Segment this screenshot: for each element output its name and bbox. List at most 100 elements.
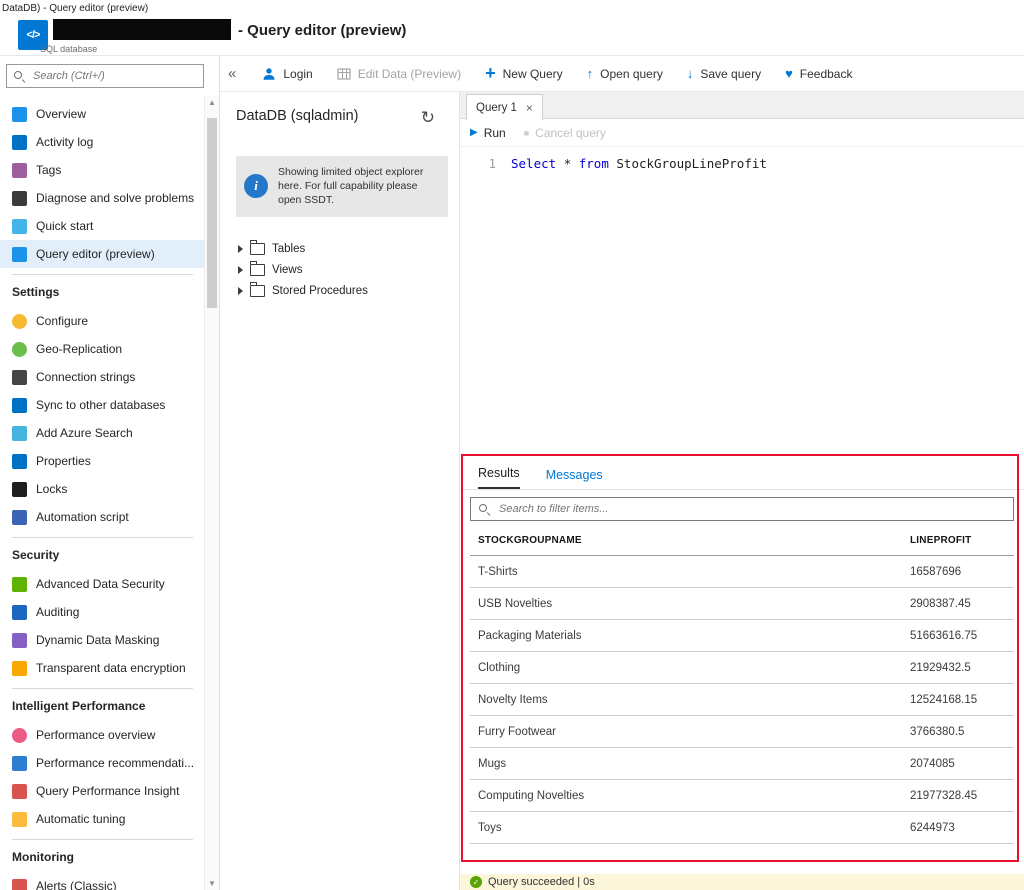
download-arrow-icon: ↓	[686, 66, 694, 81]
collapse-sidebar-icon[interactable]: «	[228, 65, 236, 82]
sidebar-item-performance-overview[interactable]: Performance overview	[0, 721, 205, 749]
tab-results[interactable]: Results	[478, 466, 520, 489]
sidebar-item-advanced-data-security[interactable]: Advanced Data Security	[0, 570, 205, 598]
folder-icon	[249, 281, 265, 297]
run-button[interactable]: ▶ Run	[470, 126, 506, 140]
table-row[interactable]: Mugs 2074085	[470, 748, 1014, 780]
cell-stockgroupname: Packaging Materials	[478, 629, 582, 642]
performance-overview-icon	[12, 727, 27, 743]
table-row[interactable]: Clothing 21929432.5	[470, 652, 1014, 684]
sidebar-item-overview[interactable]: Overview	[0, 100, 205, 128]
window-title: DataDB) - Query editor (preview)	[2, 2, 149, 14]
sidebar-item-activity-log[interactable]: Activity log	[0, 128, 205, 156]
person-icon	[263, 67, 275, 80]
chevron-right-icon[interactable]	[238, 244, 243, 253]
query-tab[interactable]: Query 1 ×	[466, 94, 543, 120]
scroll-up-icon[interactable]: ▲	[208, 98, 216, 107]
search-input[interactable]	[31, 69, 196, 83]
table-row[interactable]: Furry Footwear 3766380.5	[470, 716, 1014, 748]
open-query-button[interactable]: ↑ Open query	[587, 67, 663, 81]
tree-item-stored-procedures[interactable]: Stored Procedures	[238, 280, 368, 301]
sidebar-item-automation-script[interactable]: Automation script	[0, 503, 205, 531]
login-button[interactable]: Login	[262, 66, 313, 81]
sidebar-item-label: Advanced Data Security	[36, 577, 165, 591]
sidebar-section-intelligent-performance: Intelligent Performance	[12, 688, 193, 721]
status-bar: ✓ Query succeeded | 0s	[460, 874, 1024, 890]
sidebar-item-label: Activity log	[36, 135, 94, 149]
configure-icon	[12, 313, 27, 329]
sql-code-editor[interactable]: 1 Select * from StockGroupLineProfit	[460, 147, 1024, 457]
sidebar-item-properties[interactable]: Properties	[0, 447, 205, 475]
folder-icon	[249, 260, 265, 276]
chevron-right-icon[interactable]	[238, 286, 243, 295]
refresh-icon[interactable]: ↻	[421, 108, 435, 128]
cell-lineprofit: 2074085	[910, 757, 955, 770]
sidebar-item-label: Diagnose and solve problems	[36, 191, 195, 205]
sidebar-item-quick-start[interactable]: Quick start	[0, 212, 205, 240]
info-text: Showing limited object explorer here. Fo…	[278, 166, 424, 207]
scrollbar-thumb[interactable]	[207, 118, 217, 308]
sidebar-item-diagnose[interactable]: Diagnose and solve problems	[0, 184, 205, 212]
table-row[interactable]: Toys 6244973	[470, 812, 1014, 844]
sidebar-item-geo-replication[interactable]: Geo-Replication	[0, 335, 205, 363]
tag-icon	[12, 162, 27, 178]
results-table: STOCKGROUPNAME LINEPROFIT T-Shirts 165876…	[470, 525, 1014, 844]
cell-lineprofit: 12524168.15	[910, 693, 978, 706]
sidebar-item-label: Alerts (Classic)	[36, 879, 117, 890]
sidebar-item-performance-recommendations[interactable]: Performance recommendati...	[0, 749, 205, 777]
sidebar-item-dynamic-data-masking[interactable]: Dynamic Data Masking	[0, 626, 205, 654]
sql-keyword: Select	[511, 156, 557, 171]
shield-icon	[12, 576, 27, 592]
sidebar-search[interactable]	[6, 64, 204, 88]
column-header-stockgroupname[interactable]: STOCKGROUPNAME	[470, 535, 910, 546]
command-bar: « Login Edit Data (Preview) + New Query …	[220, 56, 1024, 92]
results-filter[interactable]	[470, 497, 1014, 521]
cell-stockgroupname: Mugs	[478, 757, 507, 770]
table-row[interactable]: Computing Novelties 21977328.45	[470, 780, 1014, 812]
column-header-lineprofit[interactable]: LINEPROFIT	[910, 535, 1014, 546]
sidebar-item-add-azure-search[interactable]: Add Azure Search	[0, 419, 205, 447]
sidebar-item-auditing[interactable]: Auditing	[0, 598, 205, 626]
sidebar-item-transparent-data-encryption[interactable]: Transparent data encryption	[0, 654, 205, 682]
heart-icon: ♥	[785, 66, 793, 81]
table-row[interactable]: Packaging Materials 51663616.75	[470, 620, 1014, 652]
sidebar-item-query-performance-insight[interactable]: Query Performance Insight	[0, 777, 205, 805]
tree-item-tables[interactable]: Tables	[238, 238, 368, 259]
close-tab-icon[interactable]: ×	[526, 101, 533, 115]
new-query-button[interactable]: + New Query	[485, 64, 563, 82]
tab-messages[interactable]: Messages	[546, 468, 603, 489]
sidebar-item-connection-strings[interactable]: Connection strings	[0, 363, 205, 391]
tree-item-views[interactable]: Views	[238, 259, 368, 280]
feedback-button[interactable]: ♥ Feedback	[785, 67, 852, 81]
cell-lineprofit: 6244973	[910, 821, 955, 834]
sidebar-item-locks[interactable]: Locks	[0, 475, 205, 503]
cell-lineprofit: 3766380.5	[910, 725, 965, 738]
save-query-button[interactable]: ↓ Save query	[687, 67, 761, 81]
sidebar-item-label: Performance recommendati...	[36, 756, 195, 770]
sidebar-item-label: Quick start	[36, 219, 94, 233]
chevron-right-icon[interactable]	[238, 265, 243, 274]
page-header: </> - Query editor (preview) SQL databas…	[0, 16, 1024, 56]
cell-stockgroupname: Novelty Items	[478, 693, 548, 706]
sidebar-item-alerts-classic[interactable]: Alerts (Classic)	[0, 872, 205, 890]
sidebar-item-query-editor[interactable]: Query editor (preview)	[0, 240, 205, 268]
sidebar-section-settings: Settings	[12, 274, 193, 307]
login-label: Login	[283, 66, 313, 81]
geo-replication-icon	[12, 341, 27, 357]
properties-icon	[12, 453, 27, 469]
cell-lineprofit: 16587696	[910, 565, 962, 578]
scroll-down-icon[interactable]: ▼	[208, 879, 216, 888]
status-message: Query succeeded | 0s	[488, 876, 595, 888]
cell-stockgroupname: USB Novelties	[478, 597, 553, 610]
sidebar-item-configure[interactable]: Configure	[0, 307, 205, 335]
table-row[interactable]: USB Novelties 2908387.45	[470, 588, 1014, 620]
table-row[interactable]: T-Shirts 16587696	[470, 556, 1014, 588]
table-row[interactable]: Novelty Items 12524168.15	[470, 684, 1014, 716]
sidebar-item-label: Configure	[36, 314, 89, 328]
sidebar-item-tags[interactable]: Tags	[0, 156, 205, 184]
filter-input[interactable]	[497, 502, 1005, 516]
resource-type-label: SQL database	[40, 44, 98, 54]
sidebar-item-sync-databases[interactable]: Sync to other databases	[0, 391, 205, 419]
upload-arrow-icon: ↑	[586, 66, 594, 81]
sidebar-item-automatic-tuning[interactable]: Automatic tuning	[0, 805, 205, 833]
